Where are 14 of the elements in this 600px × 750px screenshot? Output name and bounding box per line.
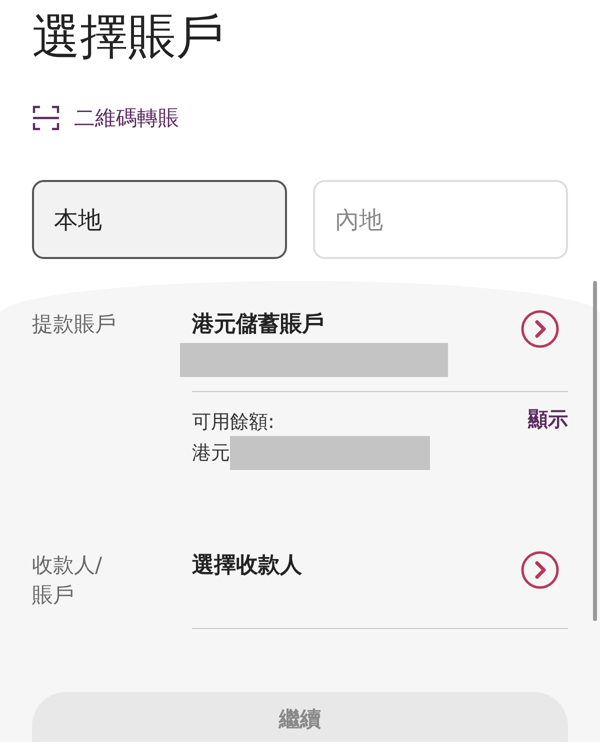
show-balance-link[interactable]: 顯示 bbox=[500, 392, 568, 542]
payee-selector[interactable]: 選擇收款人 bbox=[192, 542, 520, 610]
region-tab[interactable]: 內地 bbox=[313, 180, 568, 259]
balance-label: 可用餘額: bbox=[192, 410, 276, 435]
field-label: 提款賬戶 bbox=[32, 311, 117, 338]
qr-transfer-link[interactable]: 二維碼轉賬 bbox=[74, 104, 179, 132]
field-label: 收款人/賬戶 bbox=[32, 552, 104, 609]
region-tab[interactable]: 本地 bbox=[32, 180, 287, 259]
chevron-right-icon[interactable] bbox=[520, 309, 560, 349]
account-name[interactable]: 港元儲蓄賬戶 bbox=[192, 301, 520, 339]
chevron-right-icon[interactable] bbox=[520, 550, 560, 590]
page-title: 選擇賬戶 bbox=[31, 8, 225, 67]
scan-icon[interactable] bbox=[32, 105, 60, 131]
currency-label: 港元 bbox=[192, 441, 230, 466]
